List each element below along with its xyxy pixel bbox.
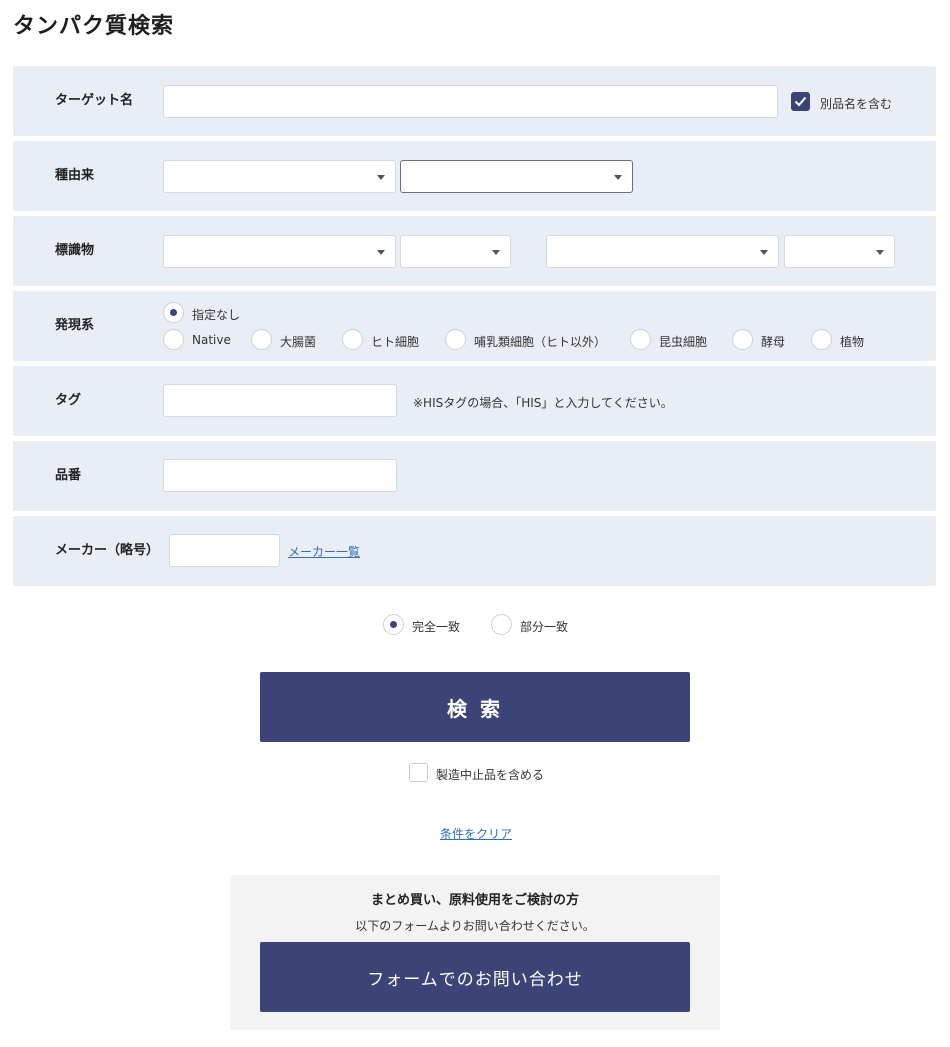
expression-option-label: 植物 (840, 335, 865, 349)
expression-label: 発現系 (55, 318, 95, 333)
expression-option-label: 大腸菌 (280, 335, 317, 349)
species-row: 種由来 (13, 141, 936, 211)
discontinued-label: 製造中止品を含める (436, 768, 545, 782)
match-exact-label: 完全一致 (412, 620, 461, 634)
target-label: ターゲット名 (55, 93, 134, 108)
label-select-4[interactable] (784, 235, 895, 268)
maker-input[interactable] (169, 534, 280, 567)
inquiry-form-button[interactable]: フォームでのお問い合わせ (260, 942, 690, 1012)
expression-option-label: 指定なし (192, 308, 241, 322)
maker-list-link[interactable]: メーカー一覧 (288, 543, 360, 560)
tag-row: タグ ※HISタグの場合、「HIS」と入力してください。 (13, 366, 936, 436)
expression-option-label: 哺乳類細胞（ヒト以外） (474, 335, 607, 349)
search-button[interactable]: 検 索 (260, 672, 690, 742)
expression-radio-insect-cell[interactable] (630, 329, 651, 350)
species-select-2[interactable] (400, 160, 633, 193)
maker-row: メーカー（略号） メーカー一覧 (13, 516, 936, 586)
expression-radio-native[interactable] (163, 329, 184, 350)
chevron-down-icon (876, 250, 884, 255)
expression-radio-mammalian-cell[interactable] (445, 329, 466, 350)
clear-conditions-link[interactable]: 条件をクリア (440, 825, 512, 842)
label-select-3[interactable] (546, 235, 779, 268)
expression-option-label: 昆虫細胞 (659, 335, 708, 349)
bulk-inquiry-panel: まとめ買い、原料使用をご検討の方 以下のフォームよりお問い合わせください。 フォ… (230, 875, 720, 1030)
expression-radio-yeast[interactable] (732, 329, 753, 350)
label-select-1[interactable] (163, 235, 396, 268)
tag-label: タグ (55, 393, 82, 408)
chevron-down-icon (614, 175, 622, 180)
alias-checkbox[interactable] (791, 92, 810, 111)
expression-option-label: ヒト細胞 (371, 335, 420, 349)
bulk-title: まとめ買い、原料使用をご検討の方 (370, 893, 579, 908)
label-select-2[interactable] (400, 235, 511, 268)
expression-option-label: 酵母 (761, 335, 786, 349)
target-row: ターゲット名 別品名を含む (13, 66, 936, 136)
maker-label: メーカー（略号） (55, 543, 160, 558)
species-select-1[interactable] (163, 160, 396, 193)
discontinued-checkbox[interactable] (409, 763, 428, 782)
target-name-input[interactable] (163, 85, 778, 118)
expression-radio-plant[interactable] (811, 329, 832, 350)
match-partial-label: 部分一致 (520, 620, 569, 634)
chevron-down-icon (760, 250, 768, 255)
expression-radio-none[interactable] (163, 302, 184, 323)
product-number-label: 品番 (55, 468, 82, 483)
chevron-down-icon (377, 250, 385, 255)
label-row: 標識物 (13, 216, 936, 286)
product-number-input[interactable] (163, 459, 397, 492)
page-title: タンパク質検索 (13, 14, 175, 39)
alias-label: 別品名を含む (820, 97, 893, 111)
label-label: 標識物 (55, 243, 95, 258)
expression-radio-human-cell[interactable] (342, 329, 363, 350)
bulk-subtitle: 以下のフォームよりお問い合わせください。 (355, 919, 595, 933)
chevron-down-icon (492, 250, 500, 255)
expression-row: 発現系 指定なし Native 大腸菌 ヒト細胞 哺乳類細胞（ヒト以外） 昆虫細… (13, 291, 936, 361)
check-icon (794, 96, 807, 107)
match-radio-partial[interactable] (491, 614, 512, 635)
match-radio-exact[interactable] (383, 614, 404, 635)
species-label: 種由来 (55, 168, 95, 183)
product-number-row: 品番 (13, 441, 936, 511)
expression-radio-ecoli[interactable] (251, 329, 272, 350)
tag-note: ※HISタグの場合、「HIS」と入力してください。 (413, 396, 673, 410)
tag-input[interactable] (163, 384, 397, 417)
chevron-down-icon (377, 175, 385, 180)
expression-option-label: Native (192, 333, 231, 347)
